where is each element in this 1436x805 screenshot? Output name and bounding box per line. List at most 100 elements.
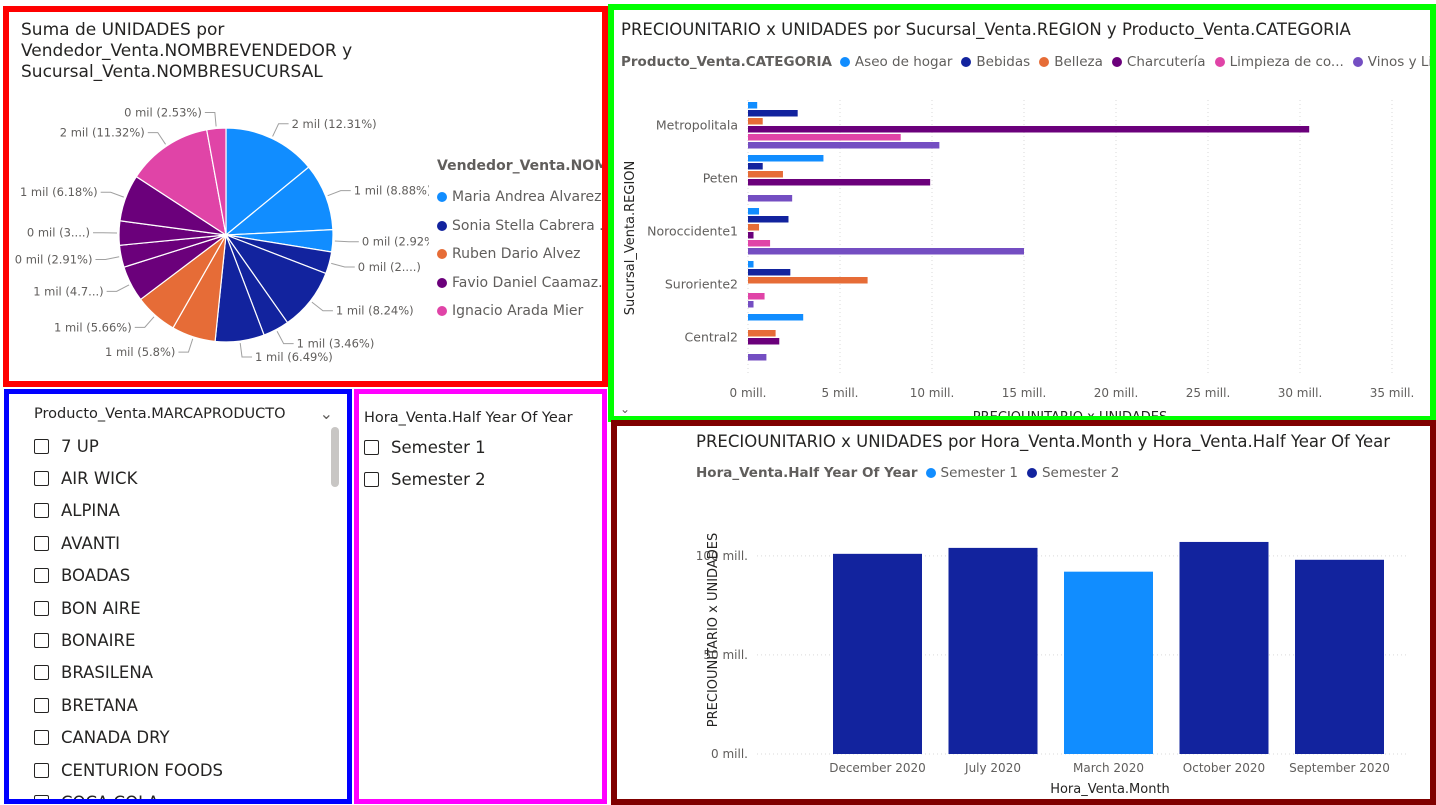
pie-leader-line (100, 191, 124, 198)
pie-data-label: 0 mil (2.92%) (362, 235, 429, 249)
legend-dot-icon (437, 249, 447, 260)
y-tick-label: 100 mill. (696, 549, 748, 563)
bar (748, 277, 868, 284)
brand-slicer-item-label: CENTURION FOODS (61, 760, 223, 780)
bar (748, 171, 783, 178)
brand-slicer-item[interactable]: 7 UP (34, 430, 323, 462)
brand-slicer-item[interactable]: BON AIRE (34, 592, 323, 624)
pie-data-label: 0 mil (2....) (358, 260, 421, 274)
month-bar-chart-panel[interactable]: PRECIOUNITARIO x UNIDADES por Hora_Venta… (611, 420, 1436, 805)
brand-slicer-item[interactable]: BRASILENA (34, 657, 323, 689)
brand-slicer-item[interactable]: CANADA DRY (34, 722, 323, 754)
pie-legend-item[interactable]: Sonia Stella Cabrera ... (437, 212, 608, 241)
pie-leader-line (106, 284, 130, 292)
checkbox-icon[interactable] (34, 438, 49, 454)
checkbox-icon[interactable] (34, 600, 49, 616)
pie-data-label: 0 mil (2.91%) (15, 253, 93, 267)
pie-legend-item[interactable]: Favio Daniel Caamaz... (437, 269, 608, 298)
bar (748, 354, 767, 361)
half-year-slicer-item[interactable]: Semester 2 (364, 463, 486, 495)
bar (748, 216, 789, 223)
region-bar-chart-panel[interactable]: PRECIOUNITARIO x UNIDADES por Sucursal_V… (608, 4, 1436, 422)
brand-slicer-item[interactable]: BONAIRE (34, 624, 323, 656)
x-tick-label: 10 mill. (910, 386, 955, 400)
checkbox-icon[interactable] (34, 794, 49, 799)
pie-legend-label: Favio Daniel Caamaz... (452, 274, 608, 291)
brand-slicer-item-label: AIR WICK (61, 469, 138, 489)
bar (748, 301, 754, 308)
pie-legend-label: Sonia Stella Cabrera ... (452, 217, 608, 234)
pie-chart-panel[interactable]: Suma de UNIDADES por Vendedor_Venta.NOMB… (3, 6, 608, 387)
checkbox-icon[interactable] (34, 730, 49, 746)
bar (748, 179, 931, 186)
half-year-slicer-item-label: Semester 2 (391, 470, 486, 490)
bar (748, 224, 760, 231)
pie-legend-title: Vendedor_Venta.NOM... (437, 158, 608, 174)
chevron-down-icon[interactable]: ⌄ (320, 404, 333, 423)
checkbox-icon[interactable] (34, 633, 49, 649)
checkbox-icon[interactable] (34, 503, 49, 519)
legend-dot-icon (437, 220, 447, 231)
x-tick-label: 35 mill. (1370, 386, 1415, 400)
checkbox-icon[interactable] (34, 762, 49, 778)
pie-legend-item[interactable]: Ignacio Arada Mier (437, 297, 602, 326)
month-chart-plot: 0 mill.50 mill.100 mill.PRECIOUNITARIO x… (696, 533, 1407, 797)
pie-data-label: 1 mil (5.8%) (105, 345, 175, 359)
y-category-label: Peten (703, 170, 738, 185)
pie-leader-line (95, 256, 120, 261)
half-year-slicer-item[interactable]: Semester 1 (364, 431, 486, 463)
brand-slicer-item[interactable]: AIR WICK (34, 462, 323, 494)
pie-legend-label: Maria Andrea Alvarez... (452, 189, 608, 206)
brand-slicer-item-label: BONAIRE (61, 631, 136, 651)
y-tick-label: 0 mill. (711, 747, 748, 761)
pie-legend-item[interactable]: Maria Andrea Alvarez... (437, 183, 608, 212)
bar (1064, 571, 1153, 754)
bar (748, 155, 824, 162)
pie-leader-line (178, 338, 194, 353)
brand-slicer-item[interactable]: BOADAS (34, 560, 323, 592)
bar (748, 248, 1024, 255)
pie-leader-line (239, 343, 253, 358)
bar (948, 547, 1038, 754)
checkbox-icon[interactable] (34, 665, 49, 681)
checkbox-icon[interactable] (34, 568, 49, 584)
brand-slicer-item[interactable]: AVANTI (34, 527, 323, 559)
legend-dot-icon (437, 277, 447, 288)
x-tick-label: 15 mill. (1002, 386, 1047, 400)
pie-data-label: 1 mil (6.18%) (20, 185, 98, 199)
bar (748, 240, 771, 247)
half-year-slicer-panel: Hora_Venta.Half Year Of Year Semester 1S… (354, 389, 607, 804)
brand-slicer-item[interactable]: CENTURION FOODS (34, 754, 323, 786)
slicer-scrollbar[interactable] (331, 427, 339, 487)
bar (748, 208, 760, 215)
pie-leader-line (311, 301, 333, 312)
checkbox-icon[interactable] (34, 535, 49, 551)
pie-leader-line (147, 132, 166, 145)
x-axis-title: PRECIOUNITARIO x UNIDADES (973, 410, 1167, 416)
x-category-label: December 2020 (829, 761, 926, 775)
x-axis-title: Hora_Venta.Month (1050, 782, 1170, 797)
pie-legend-label: Ruben Dario Alvez (452, 246, 581, 263)
brand-slicer-item[interactable]: COCA COLA (34, 786, 323, 799)
brand-slicer-item-label: BOADAS (61, 566, 131, 586)
bar (1179, 541, 1269, 754)
x-category-label: October 2020 (1183, 761, 1265, 775)
brand-slicer-item[interactable]: ALPINA (34, 495, 323, 527)
pie-data-label: 1 mil (6.49%) (255, 350, 333, 364)
bar (748, 314, 804, 321)
bar (748, 330, 776, 337)
checkbox-icon[interactable] (364, 439, 379, 455)
pie-data-label: 1 mil (8.88%) (354, 184, 429, 198)
brand-slicer-item[interactable]: BRETANA (34, 689, 323, 721)
pie-data-label: 0 mil (3....) (27, 226, 90, 240)
checkbox-icon[interactable] (34, 471, 49, 487)
x-tick-label: 25 mill. (1186, 386, 1231, 400)
pie-data-label: 1 mil (5.66%) (54, 320, 132, 334)
pie-legend-item[interactable]: Ruben Dario Alvez (437, 240, 602, 269)
checkbox-icon[interactable] (34, 697, 49, 713)
brand-slicer-item-label: CANADA DRY (61, 728, 170, 748)
bar (748, 110, 798, 117)
checkbox-icon[interactable] (364, 472, 379, 488)
chevron-down-icon[interactable]: ⌄ (620, 402, 630, 416)
y-category-label: Metropolitala (656, 117, 738, 132)
